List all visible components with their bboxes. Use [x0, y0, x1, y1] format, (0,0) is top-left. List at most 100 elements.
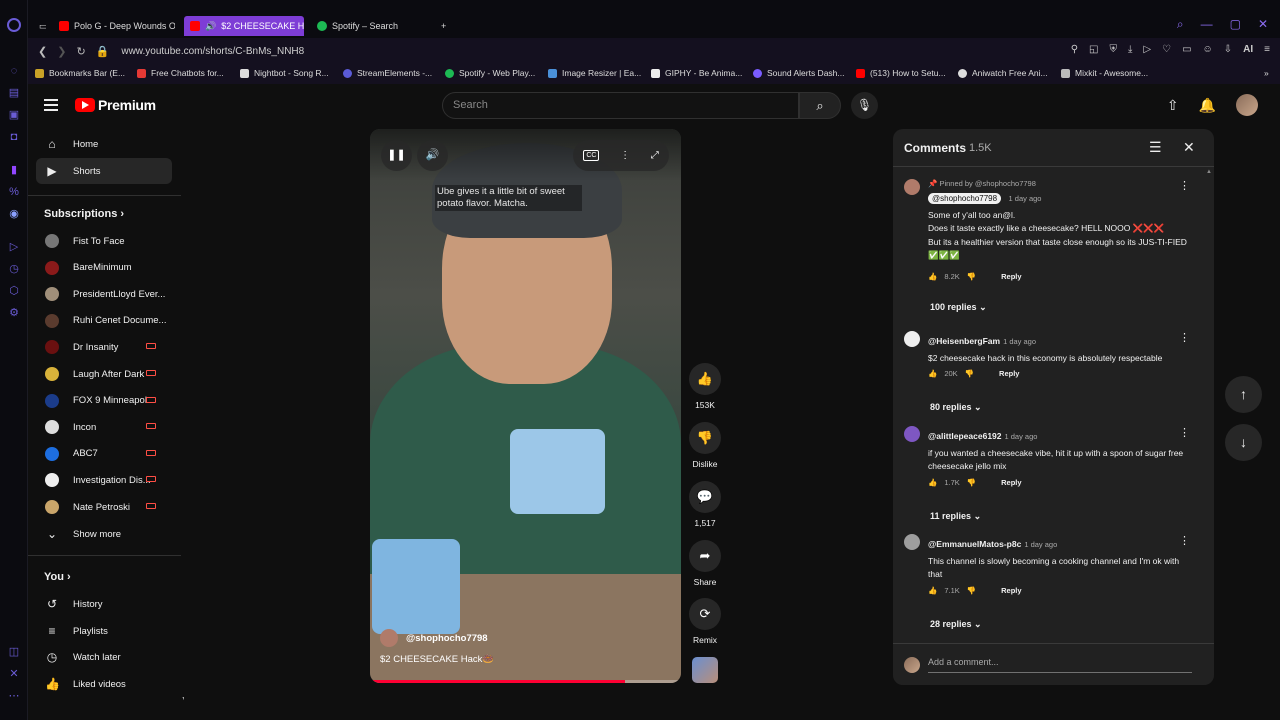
subscription-item[interactable]: ABC7: [36, 441, 172, 467]
add-comment-input[interactable]: Add a comment...: [928, 657, 1192, 673]
dislike-button[interactable]: 👎 Dislike: [689, 422, 721, 469]
comment-avatar[interactable]: [904, 331, 920, 347]
speed-dial-icon[interactable]: ◌: [7, 64, 21, 78]
pause-button[interactable]: ❚❚: [381, 140, 412, 171]
percent-icon[interactable]: %: [7, 185, 21, 199]
discord-icon[interactable]: ◉: [7, 207, 21, 221]
sidebar-item-watch-later[interactable]: ◷ Watch later: [36, 644, 172, 670]
thumbs-up-icon[interactable]: 👍: [928, 369, 937, 378]
thumbs-up-icon[interactable]: 👍: [928, 586, 937, 595]
search-button[interactable]: ⌕: [799, 92, 841, 119]
subscriptions-heading[interactable]: Subscriptions ›: [44, 208, 124, 220]
subscription-item[interactable]: FOX 9 Minneapol...: [36, 388, 172, 414]
like-button[interactable]: 👍 153K: [689, 363, 721, 410]
bookmark-item[interactable]: Image Resizer | Ea...: [548, 68, 641, 78]
avatar[interactable]: [1236, 94, 1258, 116]
replies-toggle[interactable]: 28 replies ⌄: [930, 619, 982, 630]
reply-button[interactable]: Reply: [1001, 586, 1021, 595]
thumbs-up-icon[interactable]: 👍: [928, 478, 937, 487]
comment-menu-icon[interactable]: ⋮: [1179, 534, 1190, 547]
subscription-item[interactable]: Nate Petroski: [36, 494, 172, 520]
sidebar-item-shorts[interactable]: ▶ Shorts: [36, 158, 172, 184]
bookmark-item[interactable]: Aniwatch Free Ani...: [958, 68, 1048, 78]
youtube-premium-logo[interactable]: Premium: [75, 97, 156, 113]
bag-icon[interactable]: ▤: [7, 86, 21, 100]
play-icon[interactable]: ▷: [1143, 44, 1151, 55]
comments-scroll-up-icon[interactable]: ▲: [1206, 169, 1212, 175]
aria-ai-button[interactable]: AI: [1243, 44, 1253, 55]
bookmarks-overflow-icon[interactable]: »: [1264, 68, 1269, 78]
volume-button[interactable]: 🔊: [417, 140, 448, 171]
workspace-icon[interactable]: ▭: [33, 16, 46, 36]
new-tab-button[interactable]: +: [435, 16, 455, 36]
settings-icon[interactable]: ⚙: [7, 306, 21, 320]
heart-icon[interactable]: ♡: [1162, 44, 1171, 55]
comment-menu-icon[interactable]: ⋮: [1179, 331, 1190, 344]
thumbs-down-icon[interactable]: 👎: [967, 272, 976, 281]
replies-toggle[interactable]: 80 replies ⌄: [930, 402, 982, 413]
fullscreen-icon[interactable]: ⤢: [651, 150, 659, 161]
bookmark-item[interactable]: Free Chatbots for...: [137, 68, 224, 78]
subscription-item[interactable]: PresidentLloyd Ever...: [36, 281, 172, 307]
sidebar-item-playlists[interactable]: ≡ Playlists: [36, 618, 172, 644]
downloads-icon[interactable]: ⇩: [1224, 44, 1232, 55]
subscription-item[interactable]: Ruhi Cenet Docume...: [36, 308, 172, 334]
subscription-item[interactable]: Investigation Dis...: [36, 467, 172, 493]
subscription-item[interactable]: Incon: [36, 414, 172, 440]
bookmark-item[interactable]: StreamElements -...: [343, 68, 432, 78]
gx-corner-icon[interactable]: ✕: [7, 667, 21, 681]
download-page-icon[interactable]: ⤓: [1128, 44, 1132, 55]
channel-avatar[interactable]: [380, 629, 398, 647]
search-input[interactable]: Search: [442, 92, 799, 119]
video-title[interactable]: $2 CHEESECAKE Hack🍩: [380, 654, 494, 665]
thumbs-down-icon[interactable]: 👎: [965, 369, 974, 378]
upload-icon[interactable]: ⇧: [1167, 97, 1179, 114]
account-icon[interactable]: ☺: [1203, 44, 1213, 55]
extensions-icon[interactable]: ⬡: [7, 284, 21, 298]
comments-button[interactable]: 💬 1,517: [689, 481, 721, 528]
remix-button[interactable]: ⟳ Remix: [689, 598, 721, 645]
shorts-video-player[interactable]: ❚❚ 🔊 CC ⋮ ⤢ Ube gives it a little bit of…: [370, 129, 681, 683]
comment-menu-icon[interactable]: ⋮: [1179, 179, 1190, 192]
voice-search-button[interactable]: 🎙: [851, 92, 878, 119]
comment-author[interactable]: @HeisenbergFam: [928, 336, 1000, 346]
pin-icon[interactable]: ⚲: [1071, 44, 1078, 55]
previous-short-button[interactable]: ↑: [1225, 376, 1262, 413]
close-window-icon[interactable]: ✕: [1258, 17, 1268, 32]
snapshot-icon[interactable]: ◱: [1089, 44, 1098, 55]
reload-icon[interactable]: ↻: [76, 45, 85, 58]
tab-polo-g[interactable]: Polo G - Deep Wounds Off: [53, 16, 175, 36]
bookmark-item[interactable]: Bookmarks Bar (E...: [35, 68, 125, 78]
shield-icon[interactable]: ⛨: [1110, 44, 1118, 55]
more-options-icon[interactable]: ⋮: [620, 150, 630, 161]
minimize-icon[interactable]: —: [1201, 17, 1213, 32]
back-icon[interactable]: ❮: [38, 45, 47, 58]
bookmark-item[interactable]: GIPHY - Be Anima...: [651, 68, 742, 78]
comment-avatar[interactable]: [904, 179, 920, 195]
tab-cheesecake[interactable]: 🔊 $2 CHEESECAKE Hack: [184, 16, 304, 36]
next-short-button[interactable]: ↓: [1225, 424, 1262, 461]
forward-icon[interactable]: ❯: [57, 45, 66, 58]
captions-button[interactable]: CC: [583, 150, 600, 161]
sidebar-item-home[interactable]: ⌂ Home: [36, 131, 172, 157]
comment-avatar[interactable]: [904, 534, 920, 550]
reply-button[interactable]: Reply: [1001, 478, 1021, 487]
reply-button[interactable]: Reply: [999, 369, 1019, 378]
replies-toggle[interactable]: 100 replies ⌄: [930, 302, 987, 313]
image-icon[interactable]: ▣: [7, 108, 21, 122]
sidebar-item-history[interactable]: ↺ History: [36, 591, 172, 617]
thumbs-up-icon[interactable]: 👍: [928, 272, 937, 281]
sound-thumbnail[interactable]: [692, 657, 718, 683]
menu-icon[interactable]: [44, 99, 58, 111]
opera-logo-icon[interactable]: [7, 18, 21, 32]
replies-toggle[interactable]: 11 replies ⌄: [930, 511, 981, 522]
comment-author[interactable]: @EmmanuelMatos-p8c: [928, 539, 1021, 549]
channel-info[interactable]: @shophocho7798: [380, 629, 488, 647]
share-button[interactable]: ➦ Share: [689, 540, 721, 587]
notifications-bell-icon[interactable]: 🔔: [1199, 97, 1216, 114]
gx-icon[interactable]: ◫: [7, 645, 21, 659]
channel-name[interactable]: @shophocho7798: [406, 633, 488, 644]
sidebar-item-liked-videos[interactable]: 👍 Liked videos: [36, 671, 172, 697]
wallet-icon[interactable]: ▭: [1182, 44, 1191, 55]
thumbs-down-icon[interactable]: 👎: [967, 586, 976, 595]
